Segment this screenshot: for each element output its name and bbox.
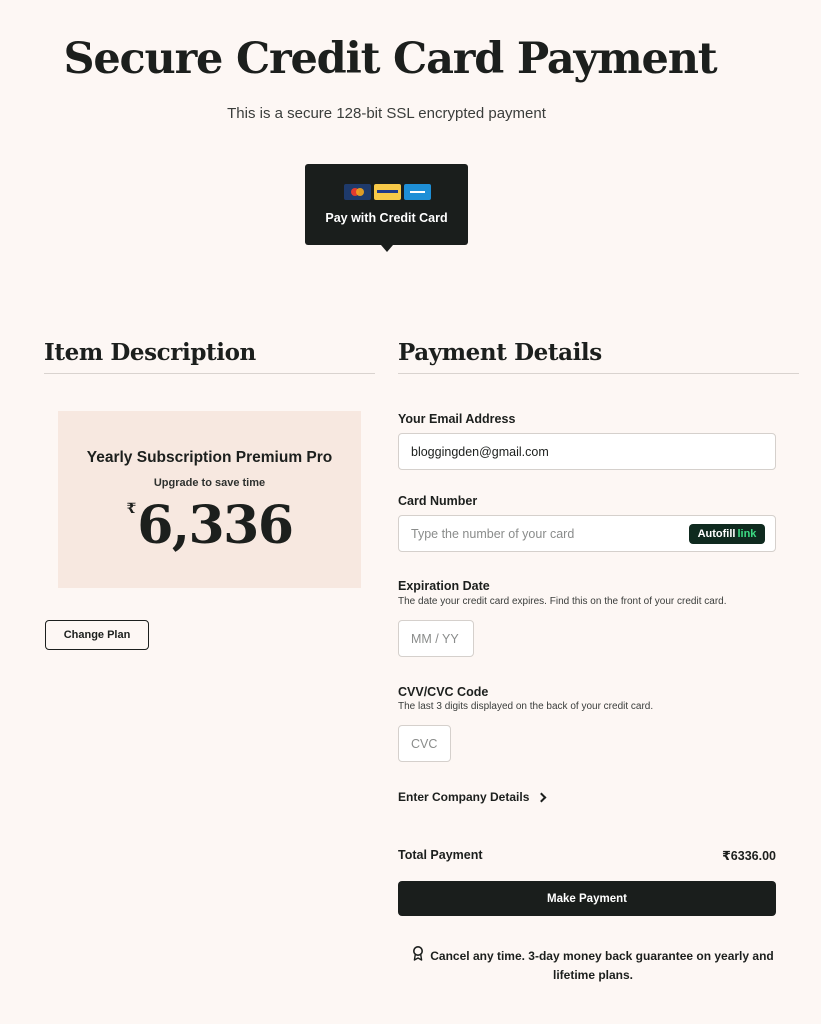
page-title: Secure Credit Card Payment	[63, 34, 718, 84]
card-number-label: Card Number	[398, 494, 478, 508]
item-description-divider	[44, 373, 375, 374]
expiration-date-hint: The date your credit card expires. Find …	[398, 596, 727, 607]
expiration-date-label: Expiration Date	[398, 579, 490, 593]
change-plan-button[interactable]: Change Plan	[45, 620, 149, 650]
expiration-date-input[interactable]	[398, 620, 474, 657]
price-amount: 6,336	[137, 495, 294, 556]
pay-tab-label: Pay with Credit Card	[325, 211, 448, 225]
email-field[interactable]	[398, 433, 776, 470]
pay-with-credit-card-tab[interactable]: Pay with Credit Card	[305, 164, 468, 252]
cvc-hint: The last 3 digits displayed on the back …	[398, 701, 654, 712]
award-ribbon-icon	[412, 946, 424, 966]
payment-details-heading: Payment Details	[398, 339, 602, 366]
item-description-heading: Item Description	[44, 339, 256, 366]
currency-symbol: ₹	[126, 501, 137, 517]
amex-icon	[404, 184, 431, 200]
money-back-guarantee: Cancel any time. 3-day money back guaran…	[398, 946, 788, 984]
plan-price: ₹6,336	[58, 495, 361, 556]
payment-details-divider	[398, 373, 799, 374]
plan-name: Yearly Subscription Premium Pro	[86, 449, 333, 466]
plan-summary-card: Yearly Subscription Premium Pro Upgrade …	[58, 411, 361, 588]
page-subtitle: This is a secure 128-bit SSL encrypted p…	[227, 105, 546, 122]
email-label: Your Email Address	[398, 412, 516, 426]
cvc-label: CVV/CVC Code	[398, 685, 489, 699]
chevron-right-icon	[536, 792, 547, 802]
autofill-text: Autofill	[697, 528, 736, 540]
total-payment-label: Total Payment	[398, 848, 483, 862]
total-payment-value: ₹6336.00	[722, 849, 776, 863]
make-payment-button[interactable]: Make Payment	[398, 881, 776, 916]
autofill-link-button[interactable]: Autofill link	[689, 524, 765, 544]
company-details-label: Enter Company Details	[398, 790, 530, 804]
plan-tagline: Upgrade to save time	[153, 477, 266, 489]
enter-company-details-toggle[interactable]: Enter Company Details	[398, 790, 547, 804]
cvc-input[interactable]	[398, 725, 451, 762]
guarantee-text: Cancel any time. 3-day money back guaran…	[430, 949, 774, 982]
mastercard-icon	[344, 184, 371, 200]
card-brand-icons	[344, 184, 431, 200]
link-brand-text: link	[737, 528, 757, 540]
visa-icon	[374, 184, 401, 200]
